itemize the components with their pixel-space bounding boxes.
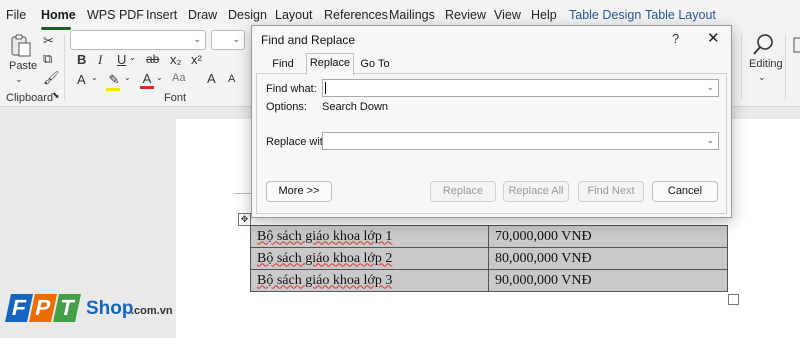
- paste-button-label[interactable]: Paste: [9, 60, 37, 72]
- tab-table-layout[interactable]: Table Layout: [645, 8, 716, 22]
- font-color-icon[interactable]: A: [140, 71, 154, 89]
- cell-text: Bộ sách giáo khoa lớp 1: [257, 228, 393, 244]
- underline-button[interactable]: U: [117, 52, 126, 67]
- cell-text: 90,000,000 VNĐ: [495, 272, 592, 288]
- table-cell[interactable]: 90,000,000 VNĐ: [488, 269, 728, 292]
- tab-references[interactable]: References: [324, 8, 388, 22]
- more-button[interactable]: More >>: [266, 181, 332, 202]
- subscript-button[interactable]: x₂: [170, 52, 182, 67]
- fpt-shop-logo: F P T Shop .com.vn: [5, 292, 178, 332]
- font-size-combo[interactable]: ⌄: [211, 30, 245, 50]
- change-case-button[interactable]: Aa: [172, 72, 185, 84]
- paste-icon[interactable]: [8, 34, 34, 58]
- replace-button[interactable]: Replace: [430, 181, 496, 202]
- table-row: Bộ sách giáo khoa lớp 2 80,000,000 VNĐ: [250, 247, 728, 270]
- text-cursor: [325, 82, 326, 94]
- editing-dropdown-icon[interactable]: ⌄: [758, 72, 766, 83]
- cell-text: Bộ sách giáo khoa lớp 2: [257, 250, 393, 266]
- find-what-label: Find what:: [266, 83, 317, 95]
- add-in-icon[interactable]: [792, 34, 800, 58]
- tab-design[interactable]: Design: [228, 8, 267, 22]
- tab-mailings[interactable]: Mailings: [389, 8, 435, 22]
- logo-letter-t: T: [53, 294, 81, 322]
- highlight-icon[interactable]: ✎: [106, 72, 122, 91]
- clipboard-launcher-icon[interactable]: ⬊: [52, 90, 60, 101]
- cell-text: 80,000,000 VNĐ: [495, 250, 592, 266]
- logo-domain: .com.vn: [131, 305, 173, 317]
- shrink-font-button[interactable]: A: [228, 73, 235, 85]
- chevron-down-icon[interactable]: ⌄: [706, 135, 714, 146]
- tab-help[interactable]: Help: [531, 8, 557, 22]
- editing-button-label[interactable]: Editing: [749, 58, 783, 70]
- format-painter-icon[interactable]: 🖌: [43, 70, 60, 86]
- search-icon[interactable]: [751, 32, 777, 56]
- document-table: Bộ sách giáo khoa lớp 1 70,000,000 VNĐ B…: [250, 225, 728, 292]
- tab-home[interactable]: Home: [41, 8, 76, 22]
- tab-replace[interactable]: Replace: [306, 53, 354, 75]
- bold-button[interactable]: B: [77, 52, 86, 67]
- tab-find[interactable]: Find: [268, 55, 298, 73]
- paste-dropdown-icon[interactable]: ⌄: [15, 74, 23, 85]
- cell-text: Bộ sách giáo khoa lớp 3: [257, 272, 393, 288]
- tab-file[interactable]: File: [6, 8, 26, 22]
- dialog-title: Find and Replace: [261, 33, 356, 47]
- tab-wps-pdf[interactable]: WPS PDF: [87, 8, 144, 22]
- table-cell[interactable]: 70,000,000 VNĐ: [488, 225, 728, 248]
- table-cell[interactable]: Bộ sách giáo khoa lớp 2: [250, 247, 489, 270]
- tab-draw[interactable]: Draw: [188, 8, 217, 22]
- group-divider: [741, 34, 742, 100]
- tab-insert[interactable]: Insert: [146, 8, 177, 22]
- replace-with-input[interactable]: ⌄: [322, 132, 719, 150]
- font-name-combo[interactable]: ⌄: [70, 30, 206, 50]
- group-divider: [785, 34, 786, 100]
- tab-table-design[interactable]: Table Design: [569, 8, 641, 22]
- find-next-button[interactable]: Find Next: [578, 181, 644, 202]
- options-value: Search Down: [322, 101, 389, 113]
- clipboard-group-label: Clipboard: [6, 92, 54, 104]
- margin-marker: [234, 193, 252, 194]
- grow-font-button[interactable]: A: [207, 71, 216, 86]
- table-resize-handle[interactable]: [728, 294, 739, 305]
- chevron-down-icon[interactable]: ⌄: [706, 82, 714, 93]
- replace-all-button[interactable]: Replace All: [503, 181, 569, 202]
- copy-icon[interactable]: ⧉: [43, 51, 52, 67]
- group-divider: [64, 34, 65, 100]
- cancel-button[interactable]: Cancel: [652, 181, 718, 202]
- italic-button[interactable]: I: [98, 52, 102, 68]
- underline-dropdown-icon[interactable]: ⌄: [129, 53, 136, 62]
- font-group-label: Font: [164, 92, 187, 104]
- strikethrough-button[interactable]: ab: [146, 52, 159, 66]
- help-button[interactable]: ?: [672, 31, 679, 46]
- table-cell[interactable]: 80,000,000 VNĐ: [488, 247, 728, 270]
- tab-go-to[interactable]: Go To: [358, 55, 392, 73]
- table-cell[interactable]: Bộ sách giáo khoa lớp 1: [250, 225, 489, 248]
- options-label: Options:: [266, 101, 307, 113]
- font-color-dropdown-icon[interactable]: ⌄: [156, 73, 163, 82]
- font-color-glyph: A: [142, 71, 152, 86]
- cell-text: 70,000,000 VNĐ: [495, 228, 592, 244]
- text-effects-icon[interactable]: A: [77, 72, 86, 87]
- table-row: Bộ sách giáo khoa lớp 1 70,000,000 VNĐ: [250, 225, 728, 248]
- chevron-down-icon: ⌄: [193, 34, 201, 44]
- find-what-input[interactable]: ⌄: [322, 79, 719, 97]
- highlight-dropdown-icon[interactable]: ⌄: [124, 73, 131, 82]
- table-cell[interactable]: Bộ sách giáo khoa lớp 3: [250, 269, 489, 292]
- close-button[interactable]: ✕: [707, 29, 720, 47]
- text-effects-dropdown-icon[interactable]: ⌄: [91, 73, 98, 82]
- table-row: Bộ sách giáo khoa lớp 3 90,000,000 VNĐ: [250, 269, 728, 292]
- superscript-button[interactable]: x²: [191, 52, 202, 67]
- tab-view[interactable]: View: [494, 8, 521, 22]
- chevron-down-icon: ⌄: [232, 34, 240, 44]
- tab-layout[interactable]: Layout: [275, 8, 313, 22]
- cut-icon[interactable]: ✂: [43, 33, 54, 49]
- tab-review[interactable]: Review: [445, 8, 486, 22]
- find-replace-dialog: Find and Replace ? ✕ Find Find what: ⌄ O…: [251, 25, 732, 218]
- logo-word: Shop: [86, 298, 134, 319]
